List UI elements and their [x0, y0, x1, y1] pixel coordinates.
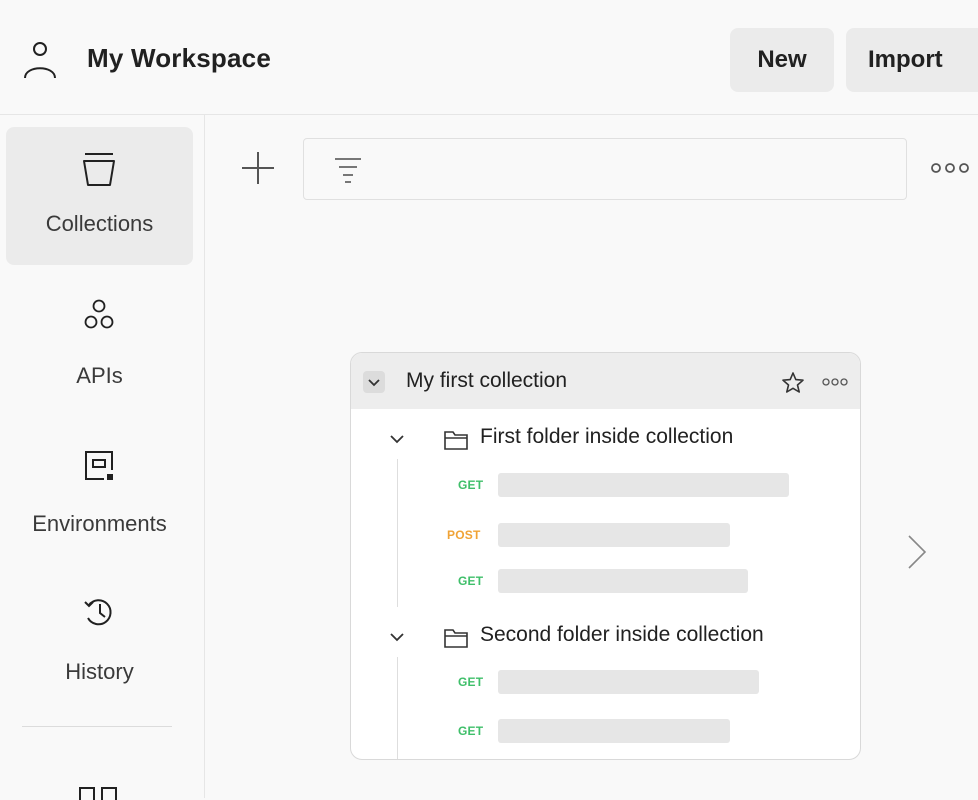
method-badge: POST — [447, 528, 481, 542]
collection-header[interactable]: My first collection — [351, 353, 860, 409]
request-row[interactable]: GET — [351, 719, 860, 743]
folder-row[interactable]: First folder inside collection — [351, 419, 860, 459]
folder-name: First folder inside collection — [480, 425, 734, 448]
sidebar-item-history[interactable]: History — [6, 577, 193, 715]
request-row[interactable]: GET — [351, 473, 860, 497]
workspace-title[interactable]: My Workspace — [87, 43, 271, 74]
collection-card: My first collection First folder inside … — [350, 352, 861, 760]
folder-row[interactable]: Second folder inside collection — [351, 617, 860, 657]
request-name-placeholder — [498, 670, 759, 694]
history-icon — [84, 599, 112, 626]
sidebar-item-environments[interactable]: Environments — [6, 427, 193, 565]
star-icon[interactable] — [781, 371, 805, 395]
request-name-placeholder — [498, 719, 730, 743]
plus-icon[interactable] — [240, 150, 276, 186]
sidebar-item-collections[interactable]: Collections — [6, 127, 193, 265]
sidebar-item-label: APIs — [76, 363, 123, 388]
method-badge: GET — [458, 478, 484, 492]
more-icon[interactable] — [928, 160, 972, 176]
folder-name: Second folder inside collection — [480, 623, 764, 646]
import-button[interactable]: Import — [846, 28, 978, 92]
method-badge: GET — [458, 724, 484, 738]
request-name-placeholder — [498, 523, 730, 547]
request-row[interactable]: GET — [351, 569, 860, 593]
sidebar-item-apis[interactable]: APIs — [6, 277, 193, 415]
folder-icon — [444, 629, 468, 648]
method-badge: GET — [458, 574, 484, 588]
new-button[interactable]: New — [730, 28, 834, 92]
workspace-header: My Workspace New Import — [0, 0, 978, 114]
apis-icon — [84, 299, 114, 329]
folder-icon — [444, 431, 468, 450]
environments-icon — [85, 451, 113, 480]
sidebar-item-label: History — [65, 659, 134, 684]
more-icon[interactable] — [821, 377, 849, 387]
user-icon — [24, 42, 56, 79]
sidebar-item-label: Environments — [32, 511, 167, 536]
request-name-placeholder — [498, 569, 748, 593]
request-name-placeholder — [498, 473, 789, 497]
collections-icon — [83, 153, 115, 186]
collapse-toggle[interactable] — [363, 371, 385, 393]
chevron-right-icon[interactable] — [905, 534, 929, 570]
sidebar-divider — [204, 115, 205, 798]
method-badge: GET — [458, 675, 484, 689]
filter-input[interactable] — [303, 138, 907, 200]
sidebar-item-label: Collections — [45, 211, 154, 236]
filter-icon — [335, 158, 361, 183]
collection-name[interactable]: My first collection — [406, 369, 567, 393]
chevron-down-icon — [368, 379, 380, 387]
request-row[interactable]: POST — [351, 523, 860, 547]
sidebar-separator — [22, 726, 172, 727]
request-row[interactable]: GET — [351, 670, 860, 694]
header-divider — [0, 114, 978, 115]
chevron-down-icon[interactable] — [389, 631, 405, 643]
chevron-down-icon[interactable] — [389, 433, 405, 445]
